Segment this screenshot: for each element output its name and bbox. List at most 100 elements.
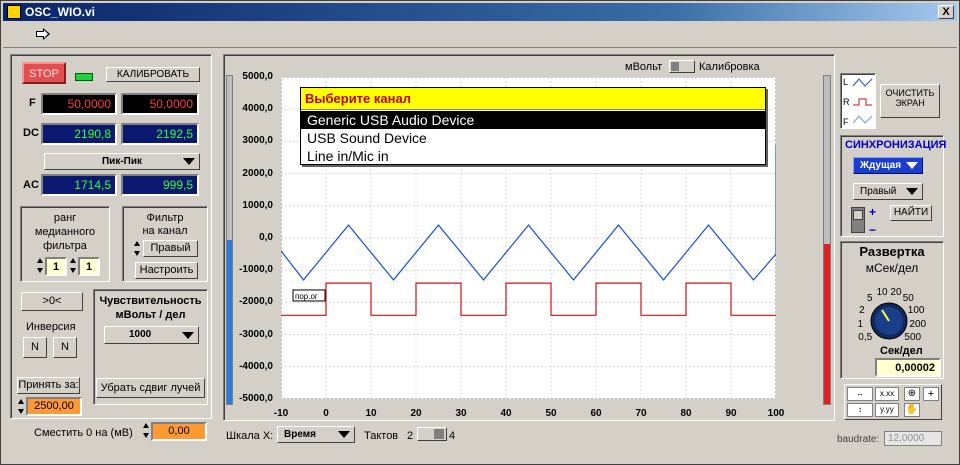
palette-fit-x-icon[interactable]: ↔ [847, 387, 873, 401]
x-tick-label: 0 [323, 408, 329, 419]
crosshair-icon[interactable]: + [923, 387, 939, 401]
find-button[interactable]: НАЙТИ [890, 205, 932, 221]
y-tick-label: -3000,0 [239, 328, 273, 340]
filter-channel-value[interactable]: Правый [143, 240, 198, 257]
channel-popup: Выберите канал Generic USB Audio Device … [300, 87, 766, 165]
filter-channel-spinner[interactable] [133, 240, 141, 258]
ac-right-display: 999,5 [121, 174, 199, 196]
scale-x-value: Время [284, 429, 316, 440]
clear-screen-button[interactable]: ОЧИСТИТЬ ЭКРАН [880, 84, 940, 118]
palette-fmt-x-icon[interactable]: x.xx [875, 387, 899, 401]
x-tick-label: 100 [767, 408, 785, 419]
accept-as-button[interactable]: Принять за: [17, 377, 80, 394]
measure-mode-select[interactable]: Пик-Пик [44, 153, 200, 170]
sync-channel-value: Правый [860, 186, 897, 197]
x-tick-label: 30 [455, 408, 467, 419]
x-tick-label: 20 [410, 408, 422, 419]
sync-slider-thumb[interactable] [853, 210, 863, 220]
sync-mode-value: Ждущая [860, 160, 902, 171]
stop-button[interactable]: STOP [22, 62, 66, 84]
palette-fmt-y-icon[interactable]: y.yy [875, 403, 899, 417]
unit-right-label: Калибровка [699, 61, 760, 73]
close-button[interactable]: X [938, 5, 954, 19]
legend-f-line [852, 115, 873, 124]
median-a-spinner[interactable] [36, 257, 44, 275]
chevron-down-icon [183, 158, 195, 165]
scale-x-select[interactable]: Время [277, 426, 355, 443]
toolbar [3, 22, 957, 48]
y-tick-label: -4000,0 [239, 360, 273, 372]
accept-value-input[interactable]: 2500,00 [26, 397, 82, 416]
palette-fit-y-icon[interactable]: ↕ [847, 403, 873, 417]
median-a-input[interactable]: 1 [45, 257, 67, 276]
setup-button[interactable]: Настроить [135, 262, 198, 279]
window-title: OSC_WIO.vi [25, 5, 96, 19]
shift-spinner[interactable] [142, 422, 150, 440]
run-arrow-icon[interactable] [35, 27, 51, 41]
ac-label: AC [23, 179, 39, 191]
tacts-toggle[interactable] [417, 427, 447, 441]
popup-option-0[interactable]: Generic USB Audio Device [301, 111, 765, 129]
tacts-max-label: 4 [449, 430, 456, 442]
knob-tick-label: 100 [907, 304, 925, 316]
sync-plus[interactable]: + [869, 205, 876, 219]
popup-title: Выберите канал [301, 88, 765, 110]
dc-right-display: 2192,5 [121, 123, 199, 145]
units-toggle[interactable] [669, 60, 695, 73]
y-tick-label: -5000,0 [239, 393, 273, 404]
y-tick-label: 1000,0 [242, 199, 273, 211]
invert-left-button[interactable]: N [23, 337, 47, 358]
knob-tick-label: 1 [857, 318, 863, 330]
chevron-down-icon [182, 332, 194, 339]
y-tick-label: 3000,0 [242, 135, 273, 147]
shift-zero-label: Сместить 0 на (мВ) [34, 427, 133, 439]
invert-right-button[interactable]: N [53, 337, 77, 358]
toggle-knob [671, 62, 679, 71]
sensitivity-label-1: Чувствительность [99, 295, 202, 307]
median-b-spinner[interactable] [69, 257, 77, 275]
f-label: F [29, 97, 36, 109]
y-tick-label: 2000,0 [242, 167, 273, 179]
sync-channel-select[interactable]: Правый [853, 183, 923, 200]
accept-spinner[interactable] [17, 398, 25, 416]
sweep-label: Развертка [859, 244, 925, 259]
app-window: OSC_WIO.vi X STOP КАЛИБРОВАТЬ F 50,0000 … [0, 0, 960, 465]
title-bar: OSC_WIO.vi X [3, 3, 957, 21]
remove-shift-button[interactable]: Убрать сдвиг лучей [96, 378, 205, 398]
f-left-display: 50,0000 [41, 93, 117, 115]
sync-level-slider[interactable] [851, 207, 865, 233]
popup-option-2[interactable]: Line in/Mic in [301, 147, 765, 165]
sec-div-label: Сек/дел [880, 345, 923, 357]
dc-left-display: 2190,8 [41, 123, 117, 145]
zoom-icon[interactable]: ⊕ [904, 387, 920, 401]
chevron-down-icon [906, 162, 918, 169]
legend-blue-line [852, 78, 873, 87]
right-level-meter [823, 75, 831, 405]
median-label-1: ранг [53, 212, 77, 224]
right-level-fill [824, 244, 830, 404]
calibrate-button[interactable]: КАЛИБРОВАТЬ [106, 67, 200, 82]
legend-f: F [843, 117, 849, 127]
x-tick-label: 50 [545, 408, 557, 419]
knob-tick-label: 200 [909, 318, 927, 330]
sensitivity-select[interactable]: 1000 [104, 326, 199, 344]
filter-label-2: на канал [142, 225, 188, 237]
measure-mode-value: Пик-Пик [101, 156, 142, 167]
shift-value-input[interactable]: 0,00 [151, 422, 207, 441]
legend-l: L [843, 77, 849, 87]
sync-mode-select[interactable]: Ждущая [853, 157, 923, 174]
sync-minus[interactable]: − [869, 223, 876, 237]
dc-label: DC [23, 127, 39, 139]
clear-label-2: ЭКРАН [895, 98, 925, 108]
legend-swatches [852, 78, 873, 124]
trigger-marker[interactable]: пор.ог [292, 289, 326, 302]
scale-x-label: Шкала X: [226, 430, 274, 442]
popup-option-1[interactable]: USB Sound Device [301, 129, 765, 147]
x-tick-label: 10 [365, 408, 377, 419]
median-b-input[interactable]: 1 [78, 257, 100, 276]
pan-hand-icon[interactable]: ✋ [904, 403, 920, 417]
filter-label-1: Фильтр [146, 212, 184, 224]
zero-button[interactable]: >0< [21, 292, 83, 311]
baudrate-display: 12,0000 [884, 431, 942, 446]
sweep-knob[interactable] [869, 301, 909, 341]
